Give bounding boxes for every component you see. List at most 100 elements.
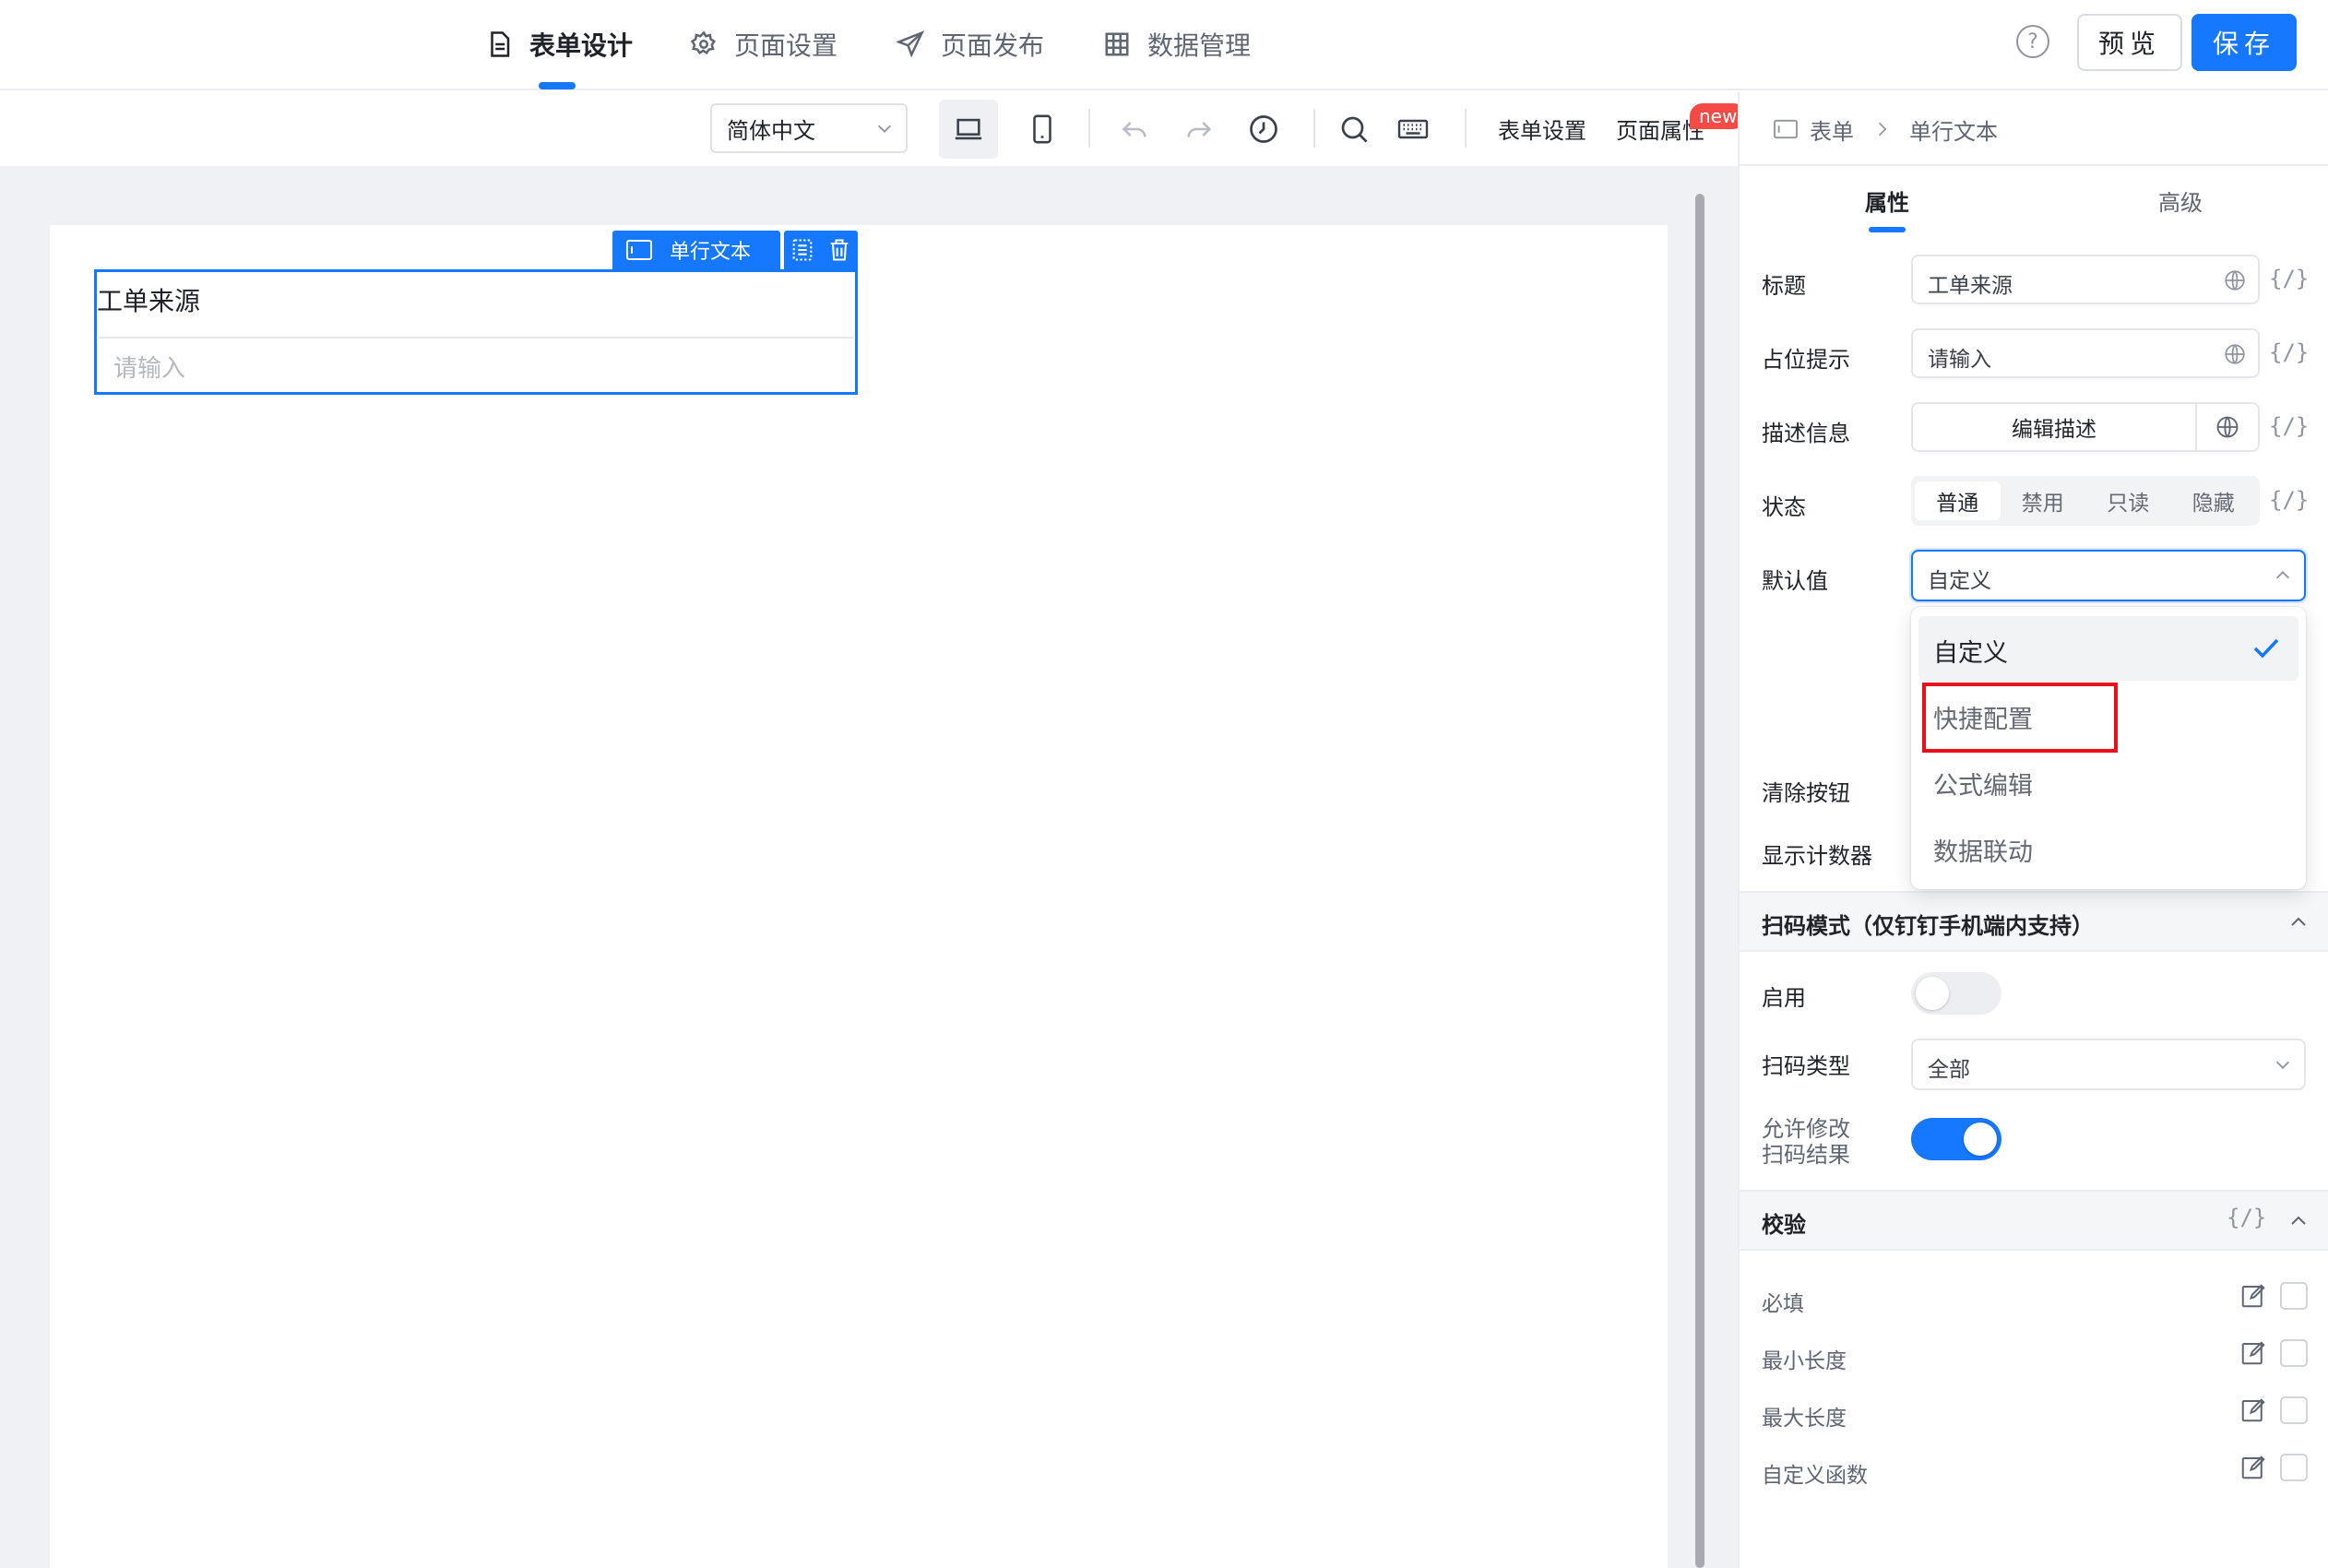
save-button[interactable]: 保存	[2191, 14, 2297, 71]
form-canvas[interactable]: 单行文本 工单来源 请输入	[50, 225, 1668, 1568]
status-option-hidden[interactable]: 隐藏	[2171, 481, 2257, 520]
option-data-linkage[interactable]: 数据联动	[1918, 815, 2298, 880]
field-title: 工单来源	[97, 286, 201, 316]
chevron-up-icon	[2291, 1216, 2306, 1225]
edit-icon[interactable]	[2239, 1282, 2267, 1310]
rule-max-length-label: 最大长度	[1762, 1407, 1847, 1431]
form-icon	[1774, 119, 1798, 139]
tab-label: 表单设计	[529, 30, 634, 61]
breadcrumb-form[interactable]: 表单	[1810, 113, 1854, 146]
field-type-chip[interactable]: 单行文本	[612, 231, 780, 269]
description-language-button[interactable]	[2195, 402, 2260, 452]
expression-icon[interactable]: {/}	[2269, 413, 2309, 439]
form-settings-link[interactable]: 表单设置	[1498, 113, 1586, 145]
field-input-preview[interactable]: 请输入	[99, 337, 853, 392]
preview-button[interactable]: 预览	[2077, 14, 2182, 71]
canvas-scrollbar[interactable]	[1695, 194, 1704, 1568]
properties-panel: 表单 单行文本 属性 高级 标题 工单来源 {/} 占位提示 请输入 {/} 描…	[1738, 92, 2328, 1568]
send-icon	[897, 30, 924, 58]
rule-required-label: 必填	[1762, 1292, 1804, 1316]
undo-icon	[1122, 122, 1146, 137]
rule-custom-function-checkbox[interactable]	[2280, 1454, 2308, 1481]
status-option-disabled[interactable]: 禁用	[2001, 481, 2086, 520]
editor-toolbar: 简体中文 表单设置 页面属性 new	[0, 92, 1747, 166]
tab-data-management[interactable]: 数据管理	[1103, 20, 1251, 68]
edit-icon[interactable]	[2239, 1454, 2267, 1481]
table-icon	[1105, 32, 1129, 56]
default-value-current: 自定义	[1928, 569, 1991, 593]
option-label: 数据联动	[1933, 838, 2033, 867]
tab-label: 数据管理	[1147, 30, 1252, 61]
toggle-knob	[1916, 977, 1949, 1010]
edit-icon[interactable]	[2239, 1396, 2267, 1424]
chevron-down-icon	[2275, 1061, 2290, 1069]
gear-icon	[690, 30, 716, 55]
laptop-icon	[955, 118, 982, 140]
annotation-highlight-box	[1922, 683, 2118, 753]
selected-text-field[interactable]: 工单来源 请输入	[94, 269, 858, 395]
panel-tab-indicator	[1869, 227, 1906, 232]
copy-icon[interactable]	[790, 237, 815, 263]
tab-properties[interactable]: 属性	[1865, 184, 1909, 217]
rule-min-length-label: 最小长度	[1762, 1349, 1847, 1373]
help-icon[interactable]: ?	[2016, 25, 2049, 58]
chevron-up-icon	[2275, 571, 2290, 579]
mobile-view-button[interactable]	[1013, 100, 1072, 159]
allow-edit-label-line2: 扫码结果	[1762, 1142, 1850, 1168]
section-title: 扫码模式（仅钉钉手机端内支持）	[1762, 913, 2094, 939]
option-custom[interactable]: 自定义	[1918, 616, 2298, 681]
title-input[interactable]: 工单来源	[1911, 255, 2260, 304]
option-label: 公式编辑	[1933, 772, 2033, 801]
expression-icon[interactable]: {/}	[2227, 1205, 2266, 1230]
title-value: 工单来源	[1928, 274, 2013, 298]
tab-label: 页面设置	[734, 30, 838, 61]
history-button[interactable]	[1234, 100, 1293, 159]
allow-edit-toggle[interactable]	[1911, 1118, 2001, 1160]
placeholder-value: 请输入	[1928, 348, 1991, 372]
language-value: 简体中文	[727, 117, 815, 144]
tab-advanced[interactable]: 高级	[2158, 184, 2203, 217]
tab-page-settings[interactable]: 页面设置	[690, 20, 837, 68]
redo-button[interactable]	[1170, 100, 1229, 159]
design-canvas-area: 单行文本 工单来源 请输入	[0, 166, 1738, 1568]
clear-button-label: 清除按钮	[1762, 780, 1850, 806]
rule-required-checkbox[interactable]	[2280, 1282, 2308, 1310]
globe-icon[interactable]	[2223, 268, 2247, 292]
tab-form-design[interactable]: 表单设计	[485, 20, 633, 68]
search-button[interactable]	[1324, 100, 1384, 159]
expression-icon[interactable]: {/}	[2269, 487, 2309, 513]
field-type-label: 单行文本	[670, 241, 752, 264]
status-option-readonly[interactable]: 只读	[2085, 481, 2171, 520]
phone-icon	[1033, 114, 1051, 144]
expression-icon[interactable]: {/}	[2269, 339, 2309, 365]
validation-section-header[interactable]: 校验 {/}	[1740, 1190, 2328, 1251]
description-label: 描述信息	[1762, 421, 1850, 446]
rule-custom-function-label: 自定义函数	[1762, 1464, 1868, 1488]
scan-type-select[interactable]: 全部	[1911, 1039, 2306, 1090]
undo-button[interactable]	[1105, 100, 1164, 159]
option-label: 自定义	[1933, 639, 2008, 668]
rule-max-length-checkbox[interactable]	[2280, 1396, 2308, 1424]
scan-enable-toggle[interactable]	[1911, 972, 2001, 1015]
edit-icon[interactable]	[2239, 1339, 2267, 1367]
globe-icon[interactable]	[2223, 342, 2247, 366]
option-formula[interactable]: 公式编辑	[1918, 749, 2298, 814]
placeholder-input[interactable]: 请输入	[1911, 328, 2260, 378]
language-select[interactable]: 简体中文	[710, 103, 908, 153]
shortcut-button[interactable]	[1384, 100, 1443, 159]
trash-icon[interactable]	[826, 237, 852, 263]
rule-min-length-checkbox[interactable]	[2280, 1339, 2308, 1367]
edit-description-button[interactable]: 编辑描述	[1911, 402, 2197, 452]
breadcrumb-current: 单行文本	[1909, 118, 1998, 145]
status-option-normal[interactable]: 普通	[1915, 481, 2001, 520]
default-value-select[interactable]: 自定义	[1911, 550, 2306, 601]
scan-mode-section-header[interactable]: 扫码模式（仅钉钉手机端内支持）	[1740, 891, 2328, 952]
breadcrumb: 表单 单行文本	[1773, 113, 1998, 146]
desktop-view-button[interactable]	[939, 100, 998, 159]
chevron-up-icon	[2291, 917, 2306, 926]
divider	[1740, 164, 2328, 166]
document-icon	[491, 31, 510, 57]
expression-icon[interactable]: {/}	[2269, 266, 2309, 291]
placeholder-label: 占位提示	[1762, 347, 1850, 373]
tab-page-publish[interactable]: 页面发布	[897, 20, 1044, 68]
